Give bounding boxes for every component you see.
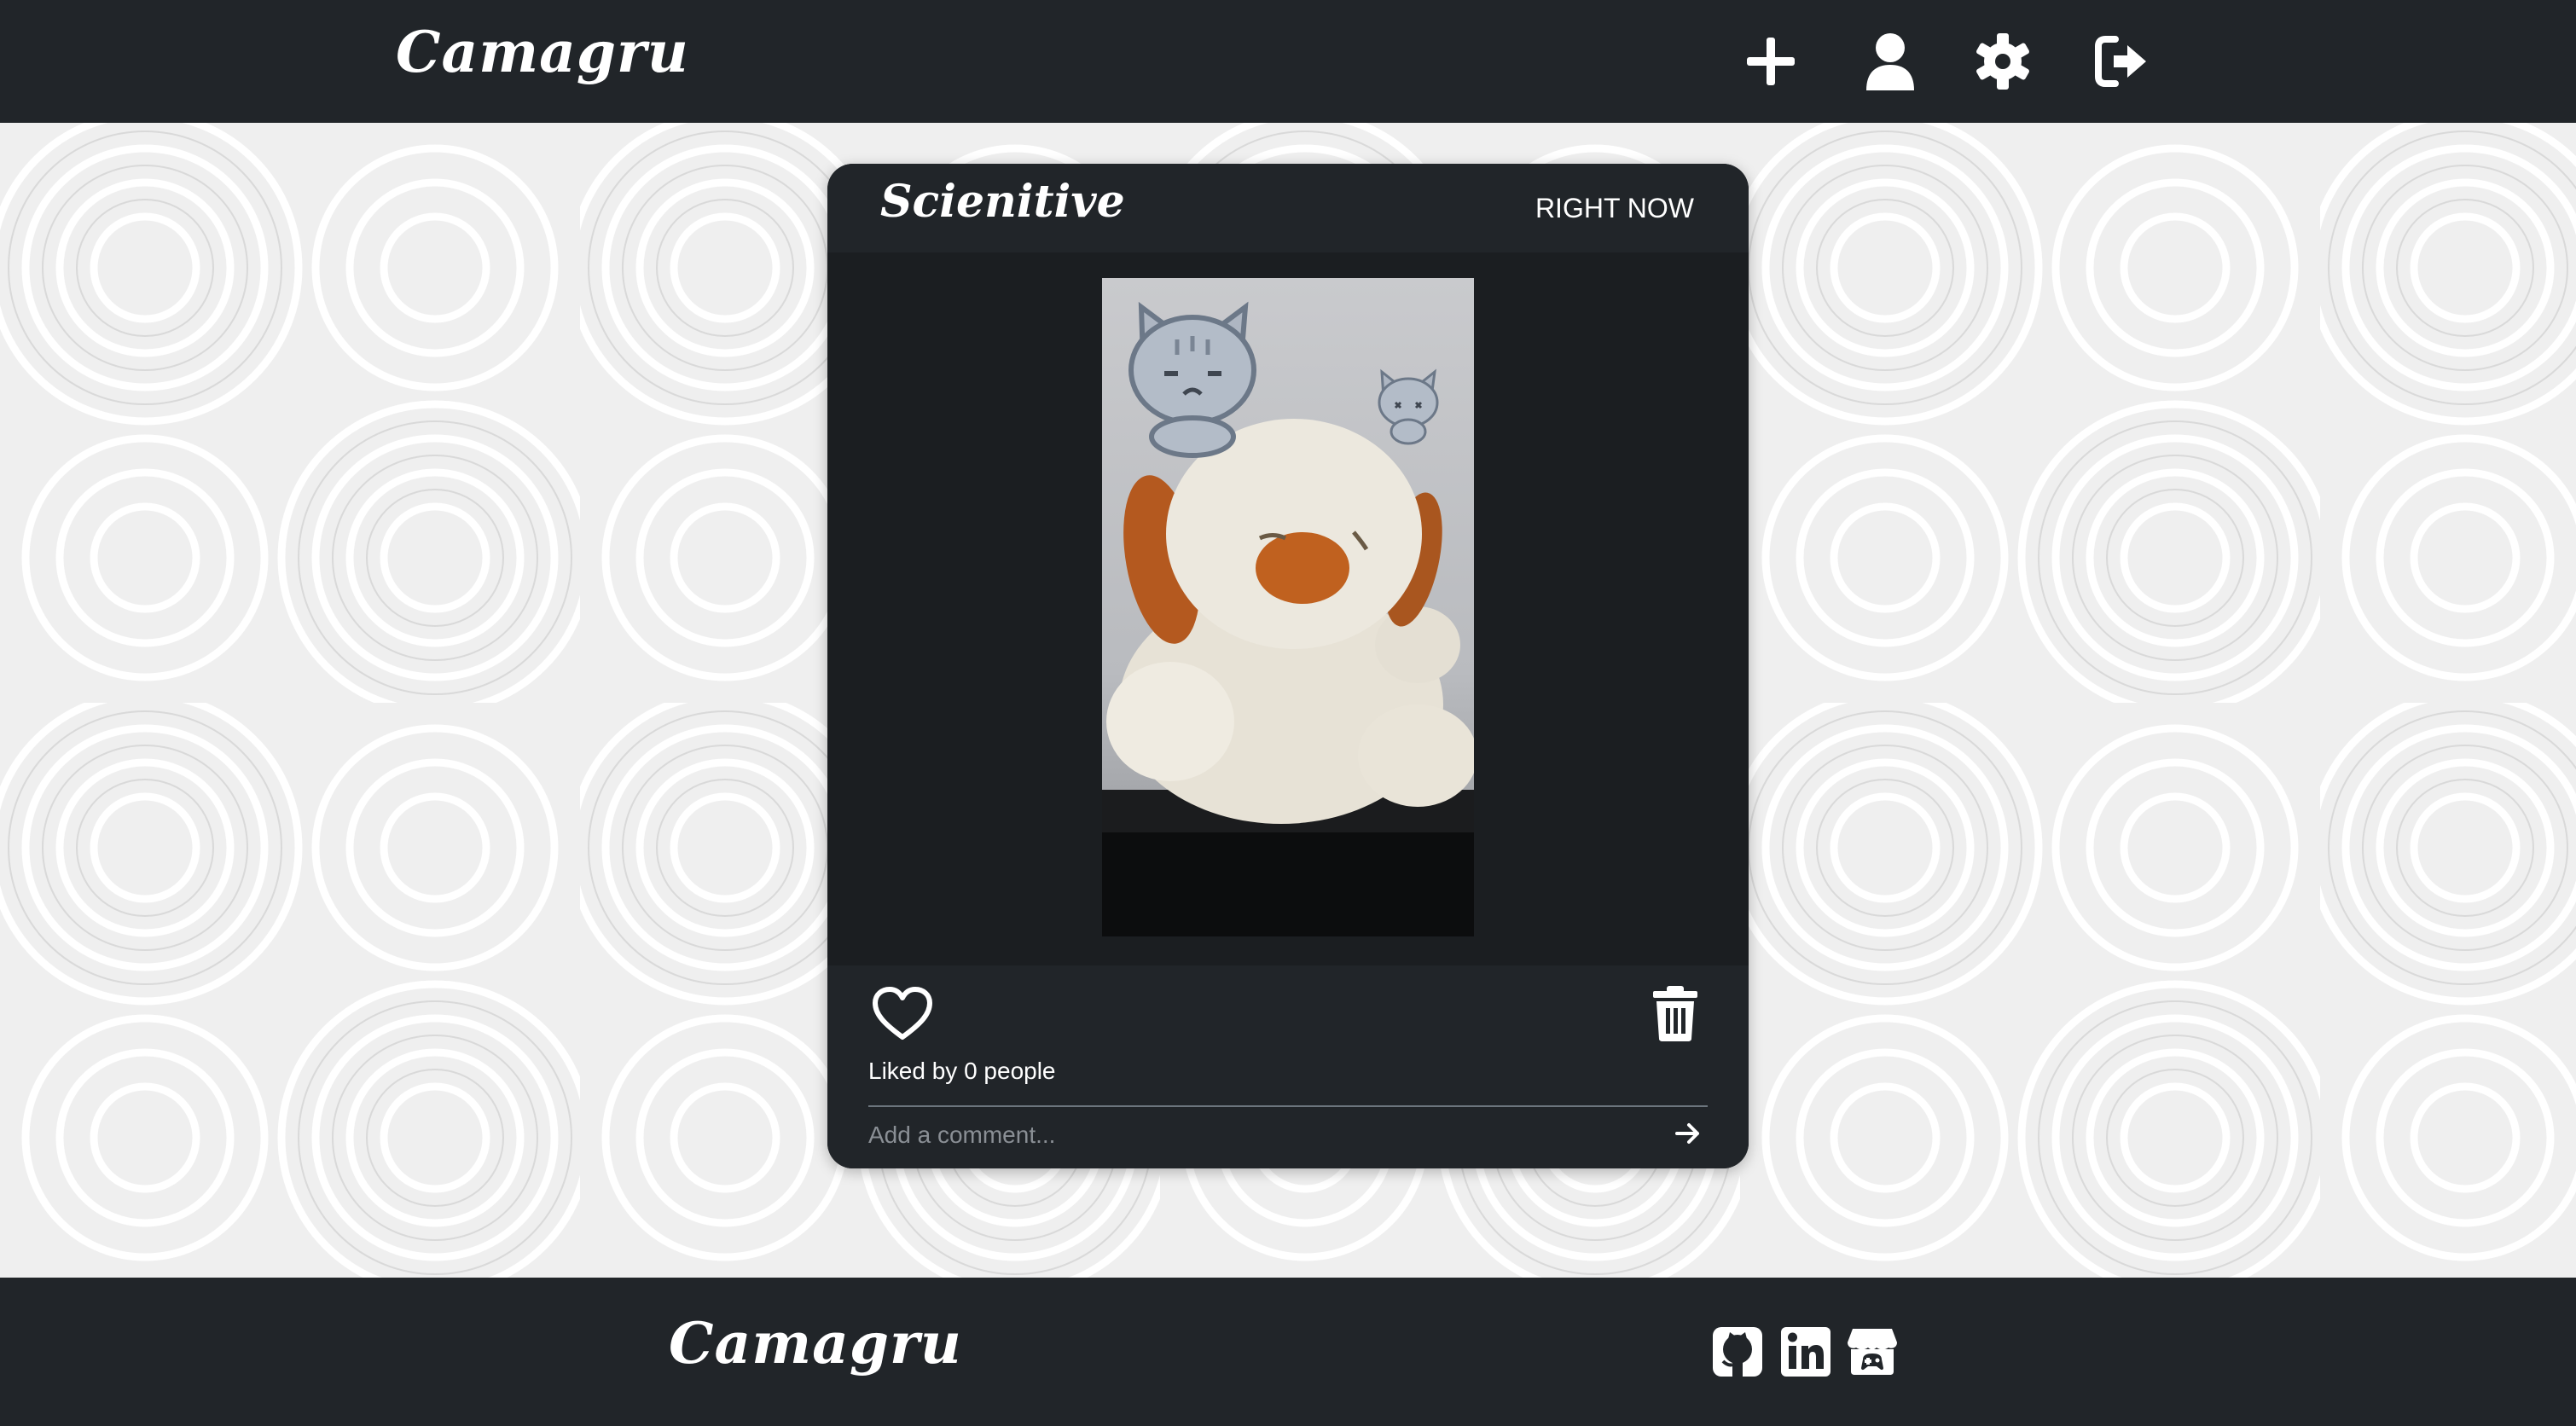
gear-icon[interactable] [1970,29,2035,94]
user-icon[interactable] [1858,29,1923,94]
linkedin-icon[interactable] [1779,1325,1832,1378]
github-icon[interactable] [1711,1325,1764,1378]
comment-input[interactable] [868,1114,1636,1156]
like-count: Liked by 0 people [868,1058,1056,1084]
post-footer: Liked by 0 people [827,965,1749,1168]
site-logo[interactable]: Camagru [396,19,689,85]
post-card: Scienitive RIGHT NOW Liked by 0 people A… [827,164,1749,1168]
footer-logo: Camagru [669,1310,962,1377]
arrow-right-icon[interactable] [1674,1119,1703,1148]
top-navbar: Camagru [0,0,2576,123]
post-timestamp: RIGHT NOW [1535,193,1694,223]
itchio-icon[interactable] [1846,1325,1899,1378]
logout-icon[interactable] [2090,29,2155,94]
heart-icon[interactable] [872,986,933,1042]
comment-divider [868,1105,1708,1107]
post-image [1102,278,1474,936]
site-footer: Camagru [0,1278,2576,1426]
trash-icon[interactable] [1651,984,1699,1042]
post-header: Scienitive RIGHT NOW [827,164,1749,252]
post-author[interactable]: Scienitive [880,176,1125,228]
plus-icon[interactable] [1738,29,1803,94]
